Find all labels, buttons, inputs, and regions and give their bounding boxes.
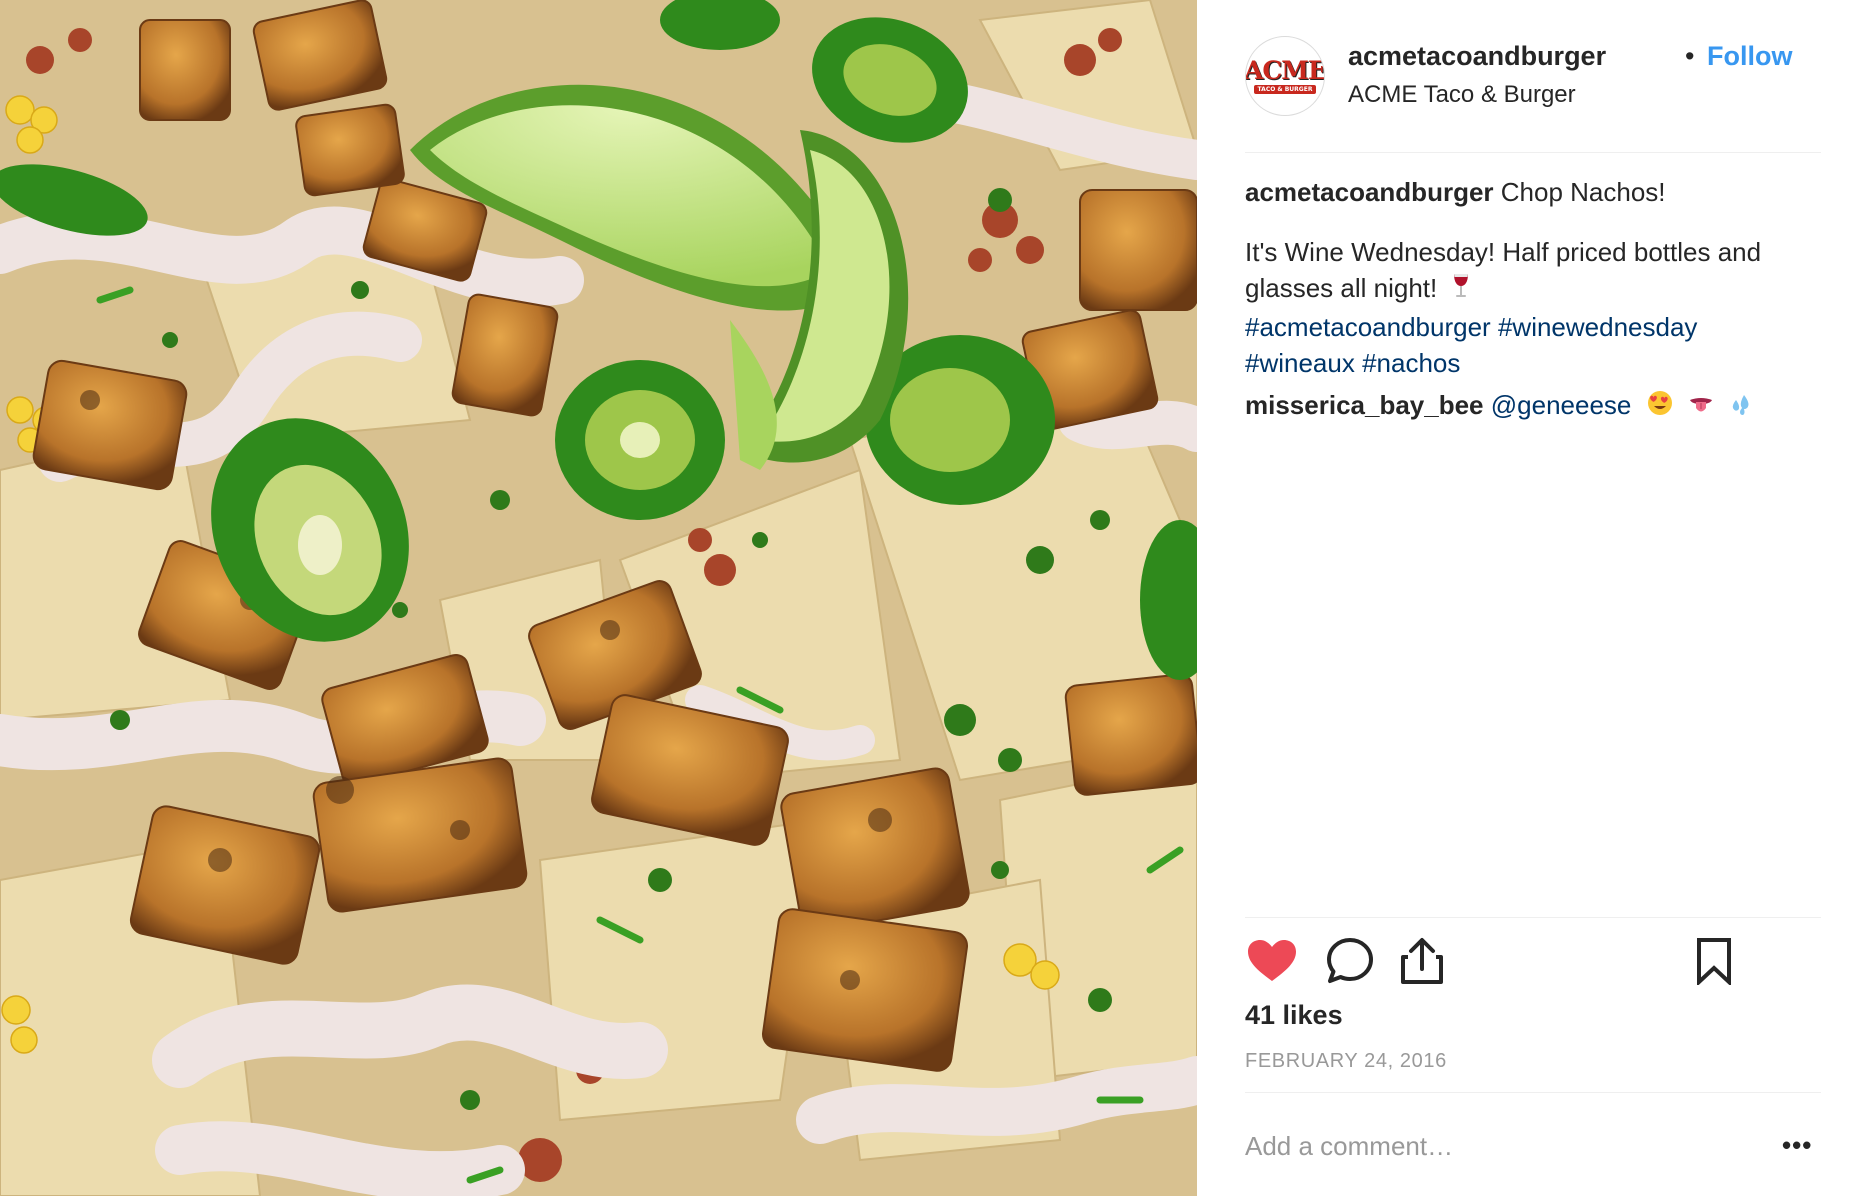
caption-username[interactable]: acmetacoandburger bbox=[1245, 177, 1494, 207]
action-bar bbox=[1245, 936, 1821, 1000]
heart-icon bbox=[1247, 939, 1297, 988]
caption: acmetacoandburger Chop Nachos! bbox=[1245, 174, 1815, 210]
wine-glass-icon bbox=[1452, 272, 1470, 309]
share-button[interactable] bbox=[1395, 936, 1449, 990]
more-options-button[interactable]: ••• bbox=[1782, 1130, 1812, 1161]
post-side-panel: ACME TACO & BURGER acmetacoandburger • F… bbox=[1197, 0, 1864, 1196]
hashtag-link[interactable]: #wineaux bbox=[1245, 348, 1355, 378]
tongue-emoji-icon bbox=[1688, 389, 1714, 425]
follow-button[interactable]: Follow bbox=[1707, 41, 1792, 72]
caption-line2: It's Wine Wednesday! Half priced bottles… bbox=[1245, 237, 1762, 303]
post-date[interactable]: FEBRUARY 24, 2016 bbox=[1245, 1050, 1447, 1073]
mention-link[interactable]: @geneeese bbox=[1491, 390, 1632, 420]
post-header: ACME TACO & BURGER acmetacoandburger • F… bbox=[1245, 36, 1815, 116]
comments-section: acmetacoandburger Chop Nachos! It's Wine… bbox=[1245, 174, 1815, 425]
caption-paragraph: It's Wine Wednesday! Half priced bottles… bbox=[1245, 234, 1815, 381]
likes-count[interactable]: 41 likes bbox=[1245, 1000, 1343, 1031]
header-separator: • bbox=[1685, 41, 1695, 71]
acme-logo: ACME TACO & BURGER bbox=[1246, 45, 1324, 107]
acme-logo-text: ACME bbox=[1245, 56, 1325, 85]
avatar[interactable]: ACME TACO & BURGER bbox=[1245, 36, 1325, 116]
comment-divider bbox=[1245, 1092, 1821, 1093]
caption-line1: Chop Nachos! bbox=[1500, 177, 1666, 207]
header-divider bbox=[1245, 152, 1821, 153]
hashtag-link[interactable]: #nachos bbox=[1362, 348, 1460, 378]
add-comment-input[interactable] bbox=[1245, 1122, 1715, 1170]
actions-divider bbox=[1245, 917, 1821, 918]
hashtag-link[interactable]: #winewednesday bbox=[1498, 312, 1697, 342]
header-username[interactable]: acmetacoandburger bbox=[1348, 41, 1606, 72]
save-button[interactable] bbox=[1687, 936, 1741, 990]
instagram-post: ACME TACO & BURGER acmetacoandburger • F… bbox=[0, 0, 1864, 1196]
bookmark-icon bbox=[1696, 937, 1732, 990]
acme-logo-subtext: TACO & BURGER bbox=[1253, 85, 1317, 94]
share-icon bbox=[1400, 937, 1444, 990]
sweat-droplets-emoji-icon bbox=[1729, 389, 1753, 425]
comment-row: misserica_bay_bee @geneeese bbox=[1245, 387, 1815, 425]
location-link[interactable]: ACME Taco & Burger bbox=[1348, 81, 1576, 109]
comment-username[interactable]: misserica_bay_bee bbox=[1245, 390, 1484, 420]
post-photo[interactable] bbox=[0, 0, 1197, 1196]
like-button[interactable] bbox=[1245, 936, 1299, 990]
heart-eyes-emoji-icon bbox=[1647, 389, 1673, 425]
comment-icon bbox=[1326, 937, 1374, 990]
hashtags: #acmetacoandburger #winewednesday #winea… bbox=[1245, 309, 1815, 381]
comment-button[interactable] bbox=[1323, 936, 1377, 990]
hashtag-link[interactable]: #acmetacoandburger bbox=[1245, 312, 1491, 342]
